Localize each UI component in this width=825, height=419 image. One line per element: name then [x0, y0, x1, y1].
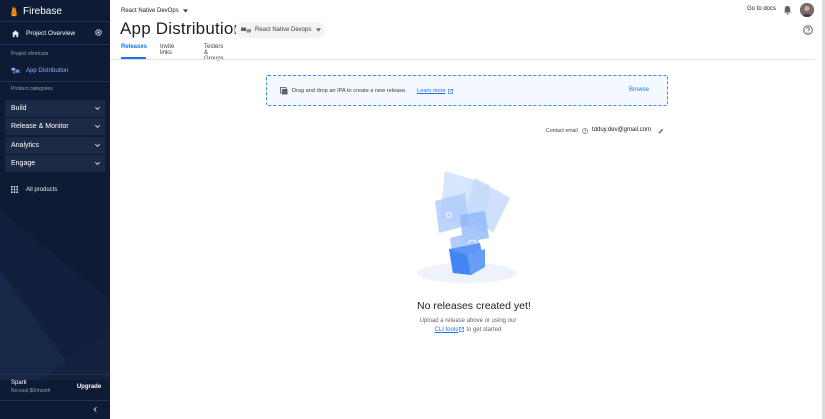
all-products-label: All products	[26, 186, 58, 193]
category-label: Build	[11, 105, 27, 112]
project-shortcuts-caption: Project shortcuts	[11, 51, 49, 57]
app-selector-label: React Native Devops	[255, 27, 312, 33]
brand-name: Firebase	[23, 5, 62, 17]
sidebar-divider	[0, 81, 110, 82]
external-link-icon	[447, 88, 453, 94]
all-products-item[interactable]: All products	[11, 186, 57, 193]
tabs-divider	[110, 59, 815, 60]
settings-gear-icon[interactable]	[94, 28, 103, 37]
app-distribution-icon	[11, 67, 20, 74]
empty-state-line-2-suffix: to get started	[466, 327, 502, 334]
caret-down-icon	[182, 8, 188, 13]
category-release-monitor[interactable]: Release & Monitor	[5, 118, 105, 135]
contact-email-value: tdduy.dev@gmail.com	[592, 127, 652, 133]
edit-pencil-icon[interactable]	[658, 128, 664, 134]
empty-state-title: No releases created yet!	[417, 300, 531, 312]
tab-testers-groups[interactable]: Testers & Groups	[204, 44, 224, 62]
chevron-down-icon	[95, 161, 100, 165]
chevron-down-icon	[95, 124, 100, 128]
avatar-image	[800, 3, 814, 17]
project-overview-label: Project Overview	[26, 29, 76, 37]
tab-invite-links[interactable]: Invite links	[160, 44, 174, 59]
sidebar-item-app-distribution[interactable]: App Distribution	[11, 66, 68, 75]
plan-name: Spark	[11, 380, 27, 386]
caret-down-icon	[316, 28, 322, 32]
upload-file-icon	[280, 87, 288, 95]
dropzone-instructions: Drag and drop an IPA to create a new rel…	[292, 88, 407, 94]
sidebar-item-label: App Distribution	[26, 67, 69, 74]
external-link-icon	[459, 327, 465, 332]
empty-state-line-2: CLI tools to get started	[418, 327, 518, 333]
category-label: Analytics	[11, 142, 40, 149]
upload-dropzone[interactable]: Drag and drop an IPA to create a new rel…	[266, 75, 668, 106]
product-categories-caption: Product categories	[11, 86, 53, 92]
user-avatar[interactable]	[800, 3, 814, 17]
grid-icon	[11, 186, 18, 193]
home-icon	[11, 29, 20, 37]
go-to-docs-link[interactable]: Go to docs	[747, 6, 776, 12]
app-selector[interactable]: React Native Devops	[235, 22, 325, 38]
react-native-app-icon	[241, 27, 251, 33]
category-label: Engage	[11, 160, 36, 167]
empty-state-illustration	[417, 171, 517, 283]
chevron-down-icon	[95, 106, 100, 110]
empty-state-line-1: Upload a release above or using our	[419, 318, 517, 324]
help-icon[interactable]	[803, 25, 813, 35]
category-label: Release & Monitor	[11, 123, 69, 130]
sidebar-divider	[0, 400, 110, 401]
learn-more-label: Learn more	[417, 88, 446, 94]
collapse-sidebar-icon[interactable]	[92, 406, 99, 413]
category-analytics[interactable]: Analytics	[5, 137, 105, 154]
project-selector-label: React Native DevOps	[121, 7, 179, 14]
project-selector[interactable]: React Native DevOps	[121, 6, 188, 15]
contact-email-label: Contact email	[546, 128, 578, 134]
category-engage[interactable]: Engage	[5, 155, 105, 172]
project-overview-item[interactable]: Project Overview	[0, 24, 110, 42]
learn-more-link[interactable]: Learn more	[417, 88, 453, 94]
firebase-logo[interactable]: Firebase	[10, 4, 62, 18]
sidebar: Firebase Project Overview Project shortc…	[0, 0, 110, 419]
plan-description: No-cost $0/month	[11, 388, 51, 394]
page-title: App Distribution	[120, 19, 244, 38]
cli-tools-link[interactable]: CLI tools	[435, 327, 459, 333]
sidebar-divider	[0, 44, 110, 45]
browse-button[interactable]: Browse	[629, 87, 649, 93]
firebase-flame-icon	[11, 6, 17, 17]
notifications-bell-icon[interactable]	[783, 5, 792, 15]
upgrade-button[interactable]: Upgrade	[73, 380, 105, 393]
info-icon[interactable]	[582, 128, 588, 134]
chevron-down-icon	[95, 143, 100, 147]
sidebar-divider	[0, 21, 110, 22]
sidebar-background-pattern	[0, 210, 110, 380]
sidebar-divider	[0, 374, 110, 375]
category-build[interactable]: Build	[5, 100, 105, 117]
